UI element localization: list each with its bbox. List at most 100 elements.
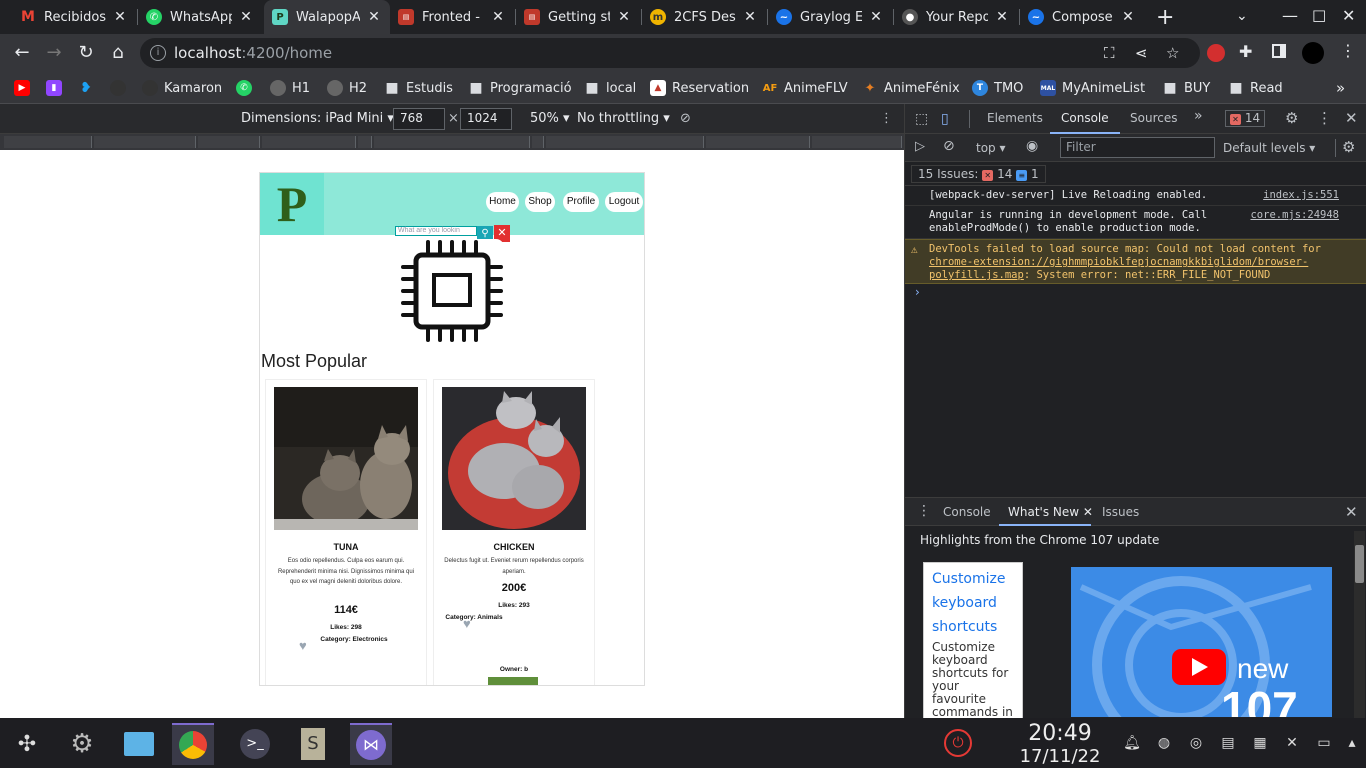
file-manager-icon[interactable]	[118, 723, 160, 765]
terminal-icon[interactable]: >_	[234, 723, 276, 765]
tray-overflow-icon[interactable]: ▴	[1343, 734, 1361, 752]
bookmark-folder-programacio[interactable]: ■ Programació	[468, 79, 571, 97]
bookmark-animeflv[interactable]: AF AnimeFLV	[762, 79, 848, 97]
bookmark-h1[interactable]: H1	[270, 79, 310, 97]
clock[interactable]: 20:49 17/11/22	[1010, 722, 1110, 768]
device-dimensions-select[interactable]: Dimensions: iPad Mini ▾	[241, 111, 394, 126]
eye-icon[interactable]: ◉	[1026, 138, 1038, 154]
new-tab-button[interactable]: +	[1156, 5, 1174, 30]
close-icon[interactable]: ✕	[742, 9, 758, 25]
bookmark-folder-buy[interactable]: ■ BUY	[1162, 79, 1210, 97]
zoom-select[interactable]: 50% ▾	[530, 111, 570, 126]
profile-avatar[interactable]	[1302, 42, 1324, 64]
close-icon[interactable]: ✕	[868, 9, 884, 25]
back-button[interactable]: ←	[10, 41, 34, 65]
bookmark-myanimelist[interactable]: MAL MyAnimeList	[1040, 79, 1145, 97]
settings-gear-icon[interactable]: ⚙	[61, 723, 103, 765]
drawer-tab-issues[interactable]: Issues	[1102, 505, 1139, 519]
bookmark-github[interactable]	[110, 79, 132, 97]
bookmark-twitch[interactable]: ▮	[46, 79, 68, 97]
console-settings-icon[interactable]: ⚙	[1342, 138, 1355, 156]
clear-console-icon[interactable]: ⊘	[943, 138, 955, 154]
throttling-select[interactable]: No throttling ▾	[577, 111, 670, 126]
nav-profile[interactable]: Profile	[563, 192, 599, 212]
close-drawer-icon[interactable]: ✕	[1345, 503, 1358, 521]
more-tabs-icon[interactable]: »	[1194, 108, 1203, 124]
extension-icon[interactable]	[1207, 44, 1225, 62]
scratch-app-icon[interactable]: S	[292, 723, 334, 765]
log-source-link[interactable]: index.js:551	[1263, 189, 1339, 201]
nav-shop[interactable]: Shop	[525, 192, 555, 212]
product-card[interactable]: CHICKEN Delectus fugit ut. Eveniet rerum…	[433, 379, 595, 685]
log-source-link[interactable]: core.mjs:24948	[1250, 209, 1339, 221]
close-icon[interactable]: ✕	[112, 9, 128, 25]
network-icon[interactable]: ▦	[1251, 734, 1269, 752]
tray-app-icon[interactable]: ◎	[1187, 734, 1205, 752]
vscode-icon[interactable]: ⋈	[350, 723, 392, 765]
tab-fronted[interactable]: ▤ Fronted - ✕	[390, 0, 514, 34]
drawer-menu-icon[interactable]: ⋮	[917, 503, 931, 519]
bookmark-star-icon[interactable]: ☆	[1166, 44, 1179, 62]
settings-gear-icon[interactable]: ⚙	[1285, 109, 1298, 127]
tab-sources[interactable]: Sources	[1130, 111, 1177, 125]
inspect-icon[interactable]: ⬚	[915, 111, 928, 127]
drawer-tab-whats-new[interactable]: What's New ✕	[1008, 505, 1093, 519]
bookmark-twitter[interactable]: ❥	[78, 79, 100, 97]
display-icon[interactable]: ▭	[1315, 734, 1333, 752]
close-icon[interactable]: ✕	[1083, 505, 1093, 519]
bookmark-animefenix[interactable]: ✦ AnimeFénix	[862, 79, 960, 97]
tab-2cfs[interactable]: m 2CFS Desp ✕	[642, 0, 766, 34]
bookmark-tmo[interactable]: T TMO	[972, 79, 1023, 97]
feature-card[interactable]: Customize keyboard shortcuts Customize k…	[923, 562, 1023, 732]
log-levels-select[interactable]: Default levels ▾	[1223, 141, 1315, 155]
clipboard-icon[interactable]: ▤	[1219, 734, 1237, 752]
nav-logout[interactable]: Logout	[605, 192, 643, 212]
close-window-button[interactable]: ✕	[1342, 6, 1355, 25]
chrome-taskbar-icon[interactable]	[172, 723, 214, 765]
rotate-icon[interactable]: ⊘	[680, 111, 691, 126]
app-launcher-icon[interactable]: ✣	[6, 723, 48, 765]
bookmark-folder-local[interactable]: ■ local	[584, 79, 636, 97]
heart-icon[interactable]: ♥	[463, 616, 471, 631]
address-bar[interactable]: i localhost:4200/home ⛶ ⋖ ☆	[140, 38, 1200, 68]
home-button[interactable]: ⌂	[106, 41, 130, 65]
bookmark-whatsapp[interactable]: ✆	[236, 79, 258, 97]
tab-github[interactable]: ● Your Repo ✕	[894, 0, 1018, 34]
volume-muted-icon[interactable]: ✕	[1283, 734, 1301, 752]
context-select[interactable]: top ▾	[976, 141, 1006, 155]
error-counter[interactable]: ✕ 14	[1225, 110, 1266, 127]
translate-icon[interactable]: ⛶	[1104, 44, 1115, 62]
tab-elements[interactable]: Elements	[987, 111, 1043, 125]
app-logo[interactable]: P	[260, 173, 324, 235]
notification-bell-icon[interactable]: 🔔︎	[1123, 734, 1141, 752]
menu-icon[interactable]: ⋮	[1340, 41, 1356, 60]
search-input[interactable]: What are you lookin	[395, 226, 477, 236]
tab-graylog[interactable]: ~ Graylog E ✕	[768, 0, 892, 34]
close-icon[interactable]: ✕	[994, 9, 1010, 25]
feature-card-title[interactable]: Customize keyboard shortcuts	[932, 567, 1014, 639]
console-prompt[interactable]: ›	[915, 285, 920, 299]
device-toggle-icon[interactable]: ▯	[941, 111, 949, 127]
bookmark-reservation[interactable]: ▲ Reservation	[650, 79, 749, 97]
device-width-input[interactable]: 768	[393, 108, 445, 130]
issues-counter[interactable]: 15 Issues: ✕ 14 ≡ 1	[911, 165, 1046, 183]
tab-compose[interactable]: ~ Compose ✕	[1020, 0, 1144, 34]
device-menu-icon[interactable]: ⋮	[880, 111, 893, 126]
close-icon[interactable]: ✕	[1120, 9, 1136, 25]
tab-getting-started[interactable]: ▤ Getting st ✕	[516, 0, 640, 34]
tab-walapop[interactable]: P WalapopA ✕	[264, 0, 390, 34]
bookmark-kamaron[interactable]: Kamaron	[142, 79, 222, 97]
drawer-tab-console[interactable]: Console	[943, 505, 991, 519]
tab-gmail[interactable]: M Recibidos ( ✕	[12, 0, 136, 34]
sidebar-toggle-icon[interactable]: ▷	[915, 139, 925, 154]
product-card[interactable]: TUNA Eos odio repellendus. Culpa eos ear…	[265, 379, 427, 685]
bookmark-folder-read[interactable]: ■ Read	[1228, 79, 1282, 97]
whats-new-video-thumbnail[interactable]: new 107	[1071, 567, 1332, 717]
close-icon[interactable]: ✕	[490, 9, 506, 25]
close-devtools-icon[interactable]: ✕	[1345, 109, 1358, 127]
share-icon[interactable]: ⋖	[1135, 44, 1148, 62]
close-icon[interactable]: ✕	[616, 9, 632, 25]
devtools-menu-icon[interactable]: ⋮	[1317, 109, 1332, 127]
heart-icon[interactable]: ♥	[299, 638, 307, 653]
close-icon[interactable]: ✕	[238, 9, 254, 25]
